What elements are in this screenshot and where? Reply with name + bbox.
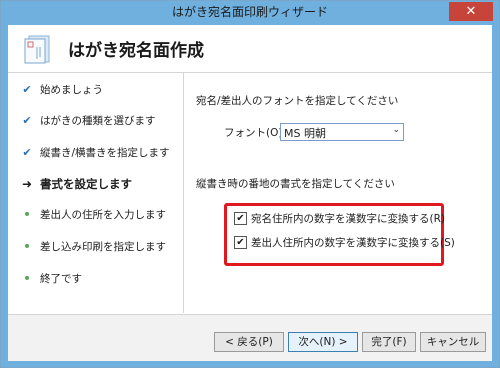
kanji-number-sender-checkbox[interactable]: ✔: [234, 236, 247, 249]
page-title: はがき宛名面作成: [68, 41, 204, 61]
bullet-icon: •: [22, 239, 32, 255]
checkbox-label[interactable]: 差出人住所内の数字を漢数字に変換する(S): [251, 235, 455, 250]
kanji-number-recipient-checkbox[interactable]: ✔: [234, 212, 247, 225]
checkmark-icon: ✔: [22, 146, 32, 159]
number-format-section-label: 縦書き時の番地の書式を指定してください: [196, 178, 395, 190]
checkmark-icon: ✔: [22, 114, 32, 127]
step-list: ✔ 始めましょう ✔ はがきの種類を選びます ✔ 縦書き/横書きを指定します ➜…: [8, 73, 184, 313]
step-item: • 差出人の住所を入力します: [8, 205, 183, 225]
step-label: 差し込み印刷を指定します: [40, 241, 166, 253]
cancel-button[interactable]: キャンセル: [420, 332, 486, 352]
back-button[interactable]: < 戻る(P): [214, 332, 284, 352]
close-icon: ✕: [465, 4, 477, 19]
checkbox-label[interactable]: 宛名住所内の数字を漢数字に変換する(R): [251, 211, 445, 226]
font-section-label: 宛名/差出人のフォントを指定してください: [196, 95, 399, 107]
step-item: • 差し込み印刷を指定します: [8, 237, 183, 257]
step-label: はがきの種類を選びます: [40, 115, 156, 127]
arrow-right-icon: ➜: [21, 177, 33, 191]
font-label: フォント(O):: [224, 127, 286, 139]
wizard-header: はがき宛名面作成: [8, 25, 492, 73]
step-label: 差出人の住所を入力します: [40, 209, 166, 221]
step-label: 終了です: [40, 273, 82, 285]
step-item: ✔ 縦書き/横書きを指定します: [8, 143, 183, 163]
title-bar: はがき宛名面印刷ウィザード ✕: [1, 1, 499, 24]
next-button[interactable]: 次へ(N) >: [288, 332, 358, 352]
step-item: • 終了です: [8, 269, 183, 289]
font-select-value: MS 明朝: [284, 127, 326, 140]
finish-button[interactable]: 完了(F): [362, 332, 416, 352]
wizard-window: はがき宛名面印刷ウィザード ✕ はがき宛名面作成 ✔ 始めましょう ✔ はがきの…: [0, 0, 500, 368]
bullet-icon: •: [22, 207, 32, 223]
bullet-icon: •: [22, 271, 32, 287]
step-item: ✔ はがきの種類を選びます: [8, 111, 183, 131]
step-label: 縦書き/横書きを指定します: [40, 147, 170, 159]
format-settings-panel: 宛名/差出人のフォントを指定してください フォント(O): MS 明朝 ⌄ 縦書…: [184, 73, 492, 313]
step-label: 書式を設定します: [40, 177, 132, 191]
step-label: 始めましょう: [40, 84, 103, 96]
button-bar: < 戻る(P) 次へ(N) > 完了(F) キャンセル: [8, 314, 492, 361]
wizard-client-area: はがき宛名面作成 ✔ 始めましょう ✔ はがきの種類を選びます ✔ 縦書き/横書…: [8, 25, 492, 361]
chevron-down-icon: ⌄: [392, 125, 400, 135]
font-select[interactable]: MS 明朝 ⌄: [280, 123, 404, 141]
checkmark-icon: ✔: [22, 83, 32, 96]
step-item: ✔ 始めましょう: [8, 80, 183, 100]
postcard-wizard-icon: [24, 35, 50, 64]
close-button[interactable]: ✕: [449, 2, 493, 21]
step-item-current: ➜ 書式を設定します: [8, 174, 183, 194]
window-title: はがき宛名面印刷ウィザード: [171, 5, 328, 19]
